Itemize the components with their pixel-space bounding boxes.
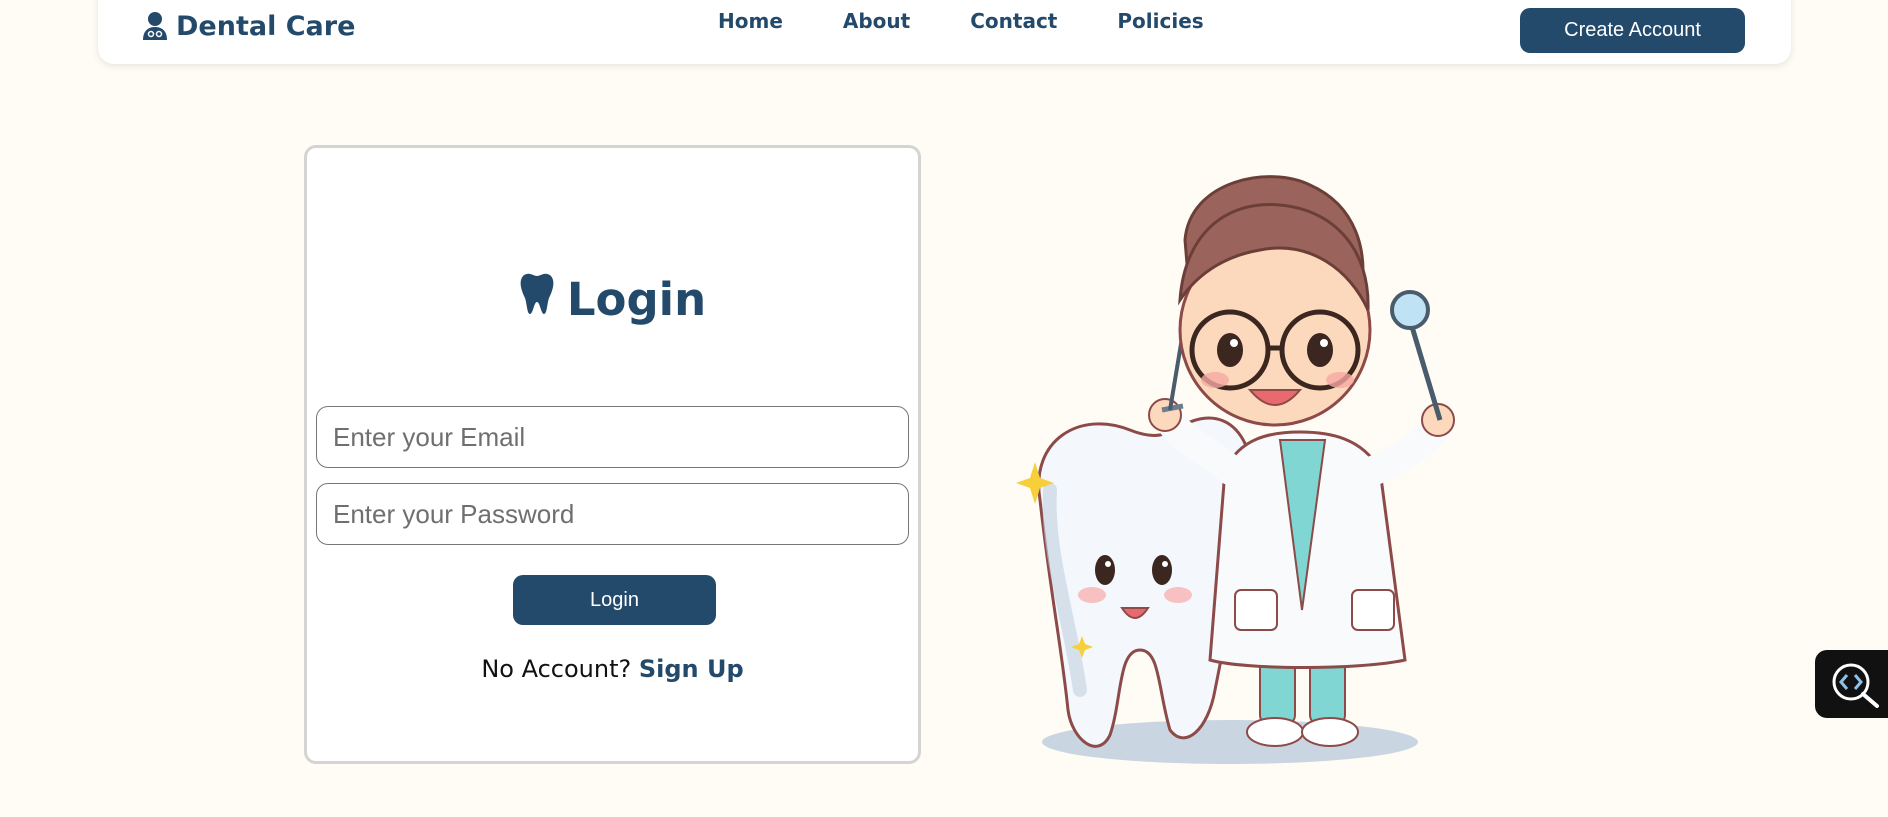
brand-name: Dental Care (176, 10, 356, 42)
create-account-button[interactable]: Create Account (1520, 8, 1745, 53)
top-navbar: Dental Care Home About Contact Policies … (98, 0, 1791, 64)
nav-contact[interactable]: Contact (940, 4, 1087, 38)
signup-prompt: No Account? Sign Up (307, 655, 918, 683)
login-title: Login (566, 273, 707, 326)
login-card: Login Login No Account? Sign Up (304, 145, 921, 764)
tooth-icon (519, 272, 555, 327)
main-nav: Home About Contact Policies (718, 4, 1234, 38)
login-button[interactable]: Login (513, 575, 716, 625)
dentist-tooth-illustration (1010, 170, 1490, 774)
nav-about[interactable]: About (813, 4, 940, 38)
nav-home[interactable]: Home (718, 4, 813, 38)
doctor-icon (142, 11, 168, 41)
login-heading: Login (307, 272, 918, 327)
no-account-text: No Account? (481, 655, 632, 683)
sign-up-link[interactable]: Sign Up (639, 655, 744, 683)
floating-inspect-button[interactable] (1815, 650, 1888, 718)
password-field[interactable] (316, 483, 909, 545)
brand-logo[interactable]: Dental Care (142, 6, 355, 46)
email-field[interactable] (316, 406, 909, 468)
nav-policies[interactable]: Policies (1087, 4, 1233, 38)
